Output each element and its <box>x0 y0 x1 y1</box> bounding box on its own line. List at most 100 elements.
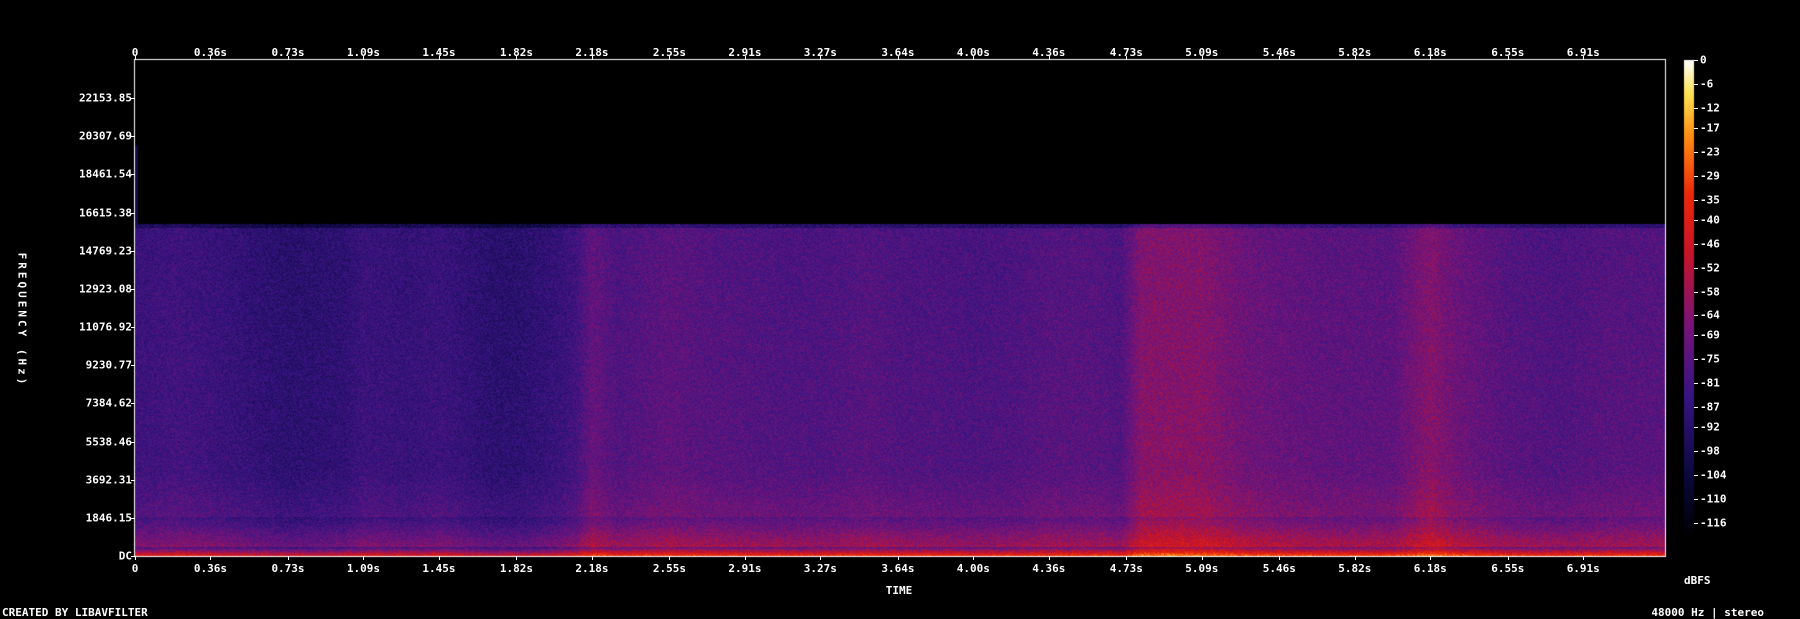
colorbar-tick-mark <box>1694 83 1698 85</box>
x-tick-label-bottom: 4.73s <box>1109 562 1143 575</box>
y-tick-label: 18461.54 <box>79 167 132 181</box>
x-tick-label-bottom: 2.55s <box>652 562 686 575</box>
x-tick-mark-top <box>1201 56 1203 60</box>
colorbar-tick-label: -98 <box>1700 444 1720 458</box>
colorbar-tick-mark <box>1694 335 1698 337</box>
colorbar-tick-label: -40 <box>1700 213 1720 227</box>
x-tick-mark-bottom <box>1354 556 1356 560</box>
colorbar-tick-label: -81 <box>1700 376 1720 390</box>
colorbar-tick-label: -87 <box>1700 400 1720 414</box>
colorbar-tick-mark <box>1694 219 1698 221</box>
x-tick-mark-bottom <box>1201 556 1203 560</box>
x-tick-mark-top <box>1507 56 1509 60</box>
colorbar-tick-label: -6 <box>1700 77 1714 91</box>
colorbar-tick-label: -29 <box>1700 169 1720 183</box>
colorbar-tick-label: -12 <box>1700 101 1720 115</box>
x-tick-mark-top <box>1430 56 1432 60</box>
x-tick-mark-bottom <box>516 556 518 560</box>
colorbar-tick-mark <box>1694 359 1698 361</box>
x-tick-mark-bottom <box>363 556 365 560</box>
colorbar-tick-label: -35 <box>1700 193 1720 207</box>
x-tick-label-bottom: 5.46s <box>1262 562 1296 575</box>
x-tick-label-bottom: 2.18s <box>575 562 609 575</box>
colorbar-tick-mark <box>1694 315 1698 317</box>
colorbar-tick-label: -92 <box>1700 420 1720 434</box>
x-tick-label-bottom: 0.73s <box>271 562 305 575</box>
y-tick-mark <box>131 98 135 100</box>
x-tick-label-bottom: 4.00s <box>956 562 990 575</box>
x-tick-mark-top <box>288 56 289 60</box>
y-tick-mark <box>131 212 135 214</box>
colorbar-tick-mark <box>1694 291 1698 293</box>
y-tick-label: 3692.31 <box>85 473 132 487</box>
x-tick-mark-bottom <box>438 556 440 560</box>
x-tick-mark-bottom <box>1583 556 1585 560</box>
x-tick-mark-top <box>135 56 136 60</box>
colorbar-tick-label: -52 <box>1700 261 1720 275</box>
colorbar-tick-mark <box>1694 199 1698 201</box>
x-tick-label-bottom: 5.82s <box>1338 562 1372 575</box>
colorbar-tick-mark <box>1694 243 1698 245</box>
x-tick-mark-bottom <box>1048 556 1050 560</box>
footer-created-by: CREATED BY LIBAVFILTER <box>2 606 148 619</box>
colorbar-tick-label: -75 <box>1700 352 1720 366</box>
x-tick-mark-bottom <box>973 556 975 560</box>
x-tick-mark-bottom <box>1126 556 1128 560</box>
y-tick-mark <box>131 174 135 176</box>
x-tick-mark-top <box>1126 56 1128 60</box>
x-tick-mark-bottom <box>1430 556 1432 560</box>
x-tick-mark-top <box>1583 56 1585 60</box>
y-tick-mark <box>131 250 135 252</box>
x-tick-label-bottom: 3.27s <box>803 562 837 575</box>
y-tick-mark <box>131 517 135 519</box>
colorbar-tick-mark <box>1694 267 1698 269</box>
x-tick-mark-bottom <box>669 556 671 560</box>
x-tick-mark-top <box>438 56 440 60</box>
spectrogram-plot <box>0 0 1800 619</box>
x-tick-label-bottom: 6.55s <box>1491 562 1525 575</box>
x-tick-mark-top <box>210 56 212 60</box>
y-tick-mark <box>131 403 135 405</box>
y-tick-mark <box>131 365 135 367</box>
y-tick-mark <box>131 556 135 557</box>
colorbar-tick-mark <box>1694 383 1698 385</box>
colorbar-tick-label: -23 <box>1700 145 1720 159</box>
colorbar-tick-mark <box>1694 407 1698 409</box>
x-tick-label-bottom: 1.82s <box>499 562 533 575</box>
x-tick-mark-top <box>744 56 746 60</box>
x-tick-mark-top <box>1354 56 1356 60</box>
x-tick-mark-bottom <box>820 556 822 560</box>
y-tick-label: 5538.46 <box>85 435 132 449</box>
x-tick-mark-top <box>1048 56 1050 60</box>
x-tick-mark-top <box>820 56 822 60</box>
y-tick-label: 22153.85 <box>79 91 132 105</box>
x-tick-label-bottom: 5.09s <box>1185 562 1219 575</box>
x-tick-label-bottom: 6.18s <box>1413 562 1447 575</box>
x-tick-mark-top <box>973 56 975 60</box>
x-tick-mark-bottom <box>1279 556 1281 560</box>
y-tick-mark <box>131 327 135 329</box>
x-tick-mark-bottom <box>135 556 136 560</box>
colorbar-tick-label: -46 <box>1700 237 1720 251</box>
y-tick-mark <box>131 479 135 481</box>
colorbar-tick-mark <box>1694 451 1698 453</box>
x-tick-mark-top <box>897 56 899 60</box>
colorbar-tick-label: -58 <box>1700 285 1720 299</box>
x-tick-label-bottom: 1.45s <box>422 562 456 575</box>
x-tick-label-bottom: 3.64s <box>881 562 915 575</box>
x-tick-label-bottom: 4.36s <box>1032 562 1066 575</box>
colorbar-tick-label: -116 <box>1700 516 1727 530</box>
x-tick-mark-bottom <box>1507 556 1509 560</box>
y-tick-mark <box>131 441 135 443</box>
x-tick-label-bottom: 0 <box>131 562 139 575</box>
colorbar-tick-label: -110 <box>1700 492 1727 506</box>
footer-sample-info: 48000 Hz | stereo <box>1651 606 1764 619</box>
x-tick-label-bottom: 1.09s <box>346 562 380 575</box>
x-tick-mark-bottom <box>744 556 746 560</box>
x-tick-label-bottom: 0.36s <box>193 562 227 575</box>
y-axis-title: FREQUENCY (Hz) <box>15 252 29 388</box>
x-tick-mark-bottom <box>288 556 289 560</box>
colorbar-tick-mark <box>1694 475 1698 477</box>
x-tick-label-bottom: 6.91s <box>1566 562 1600 575</box>
colorbar-tick-mark <box>1694 107 1698 109</box>
